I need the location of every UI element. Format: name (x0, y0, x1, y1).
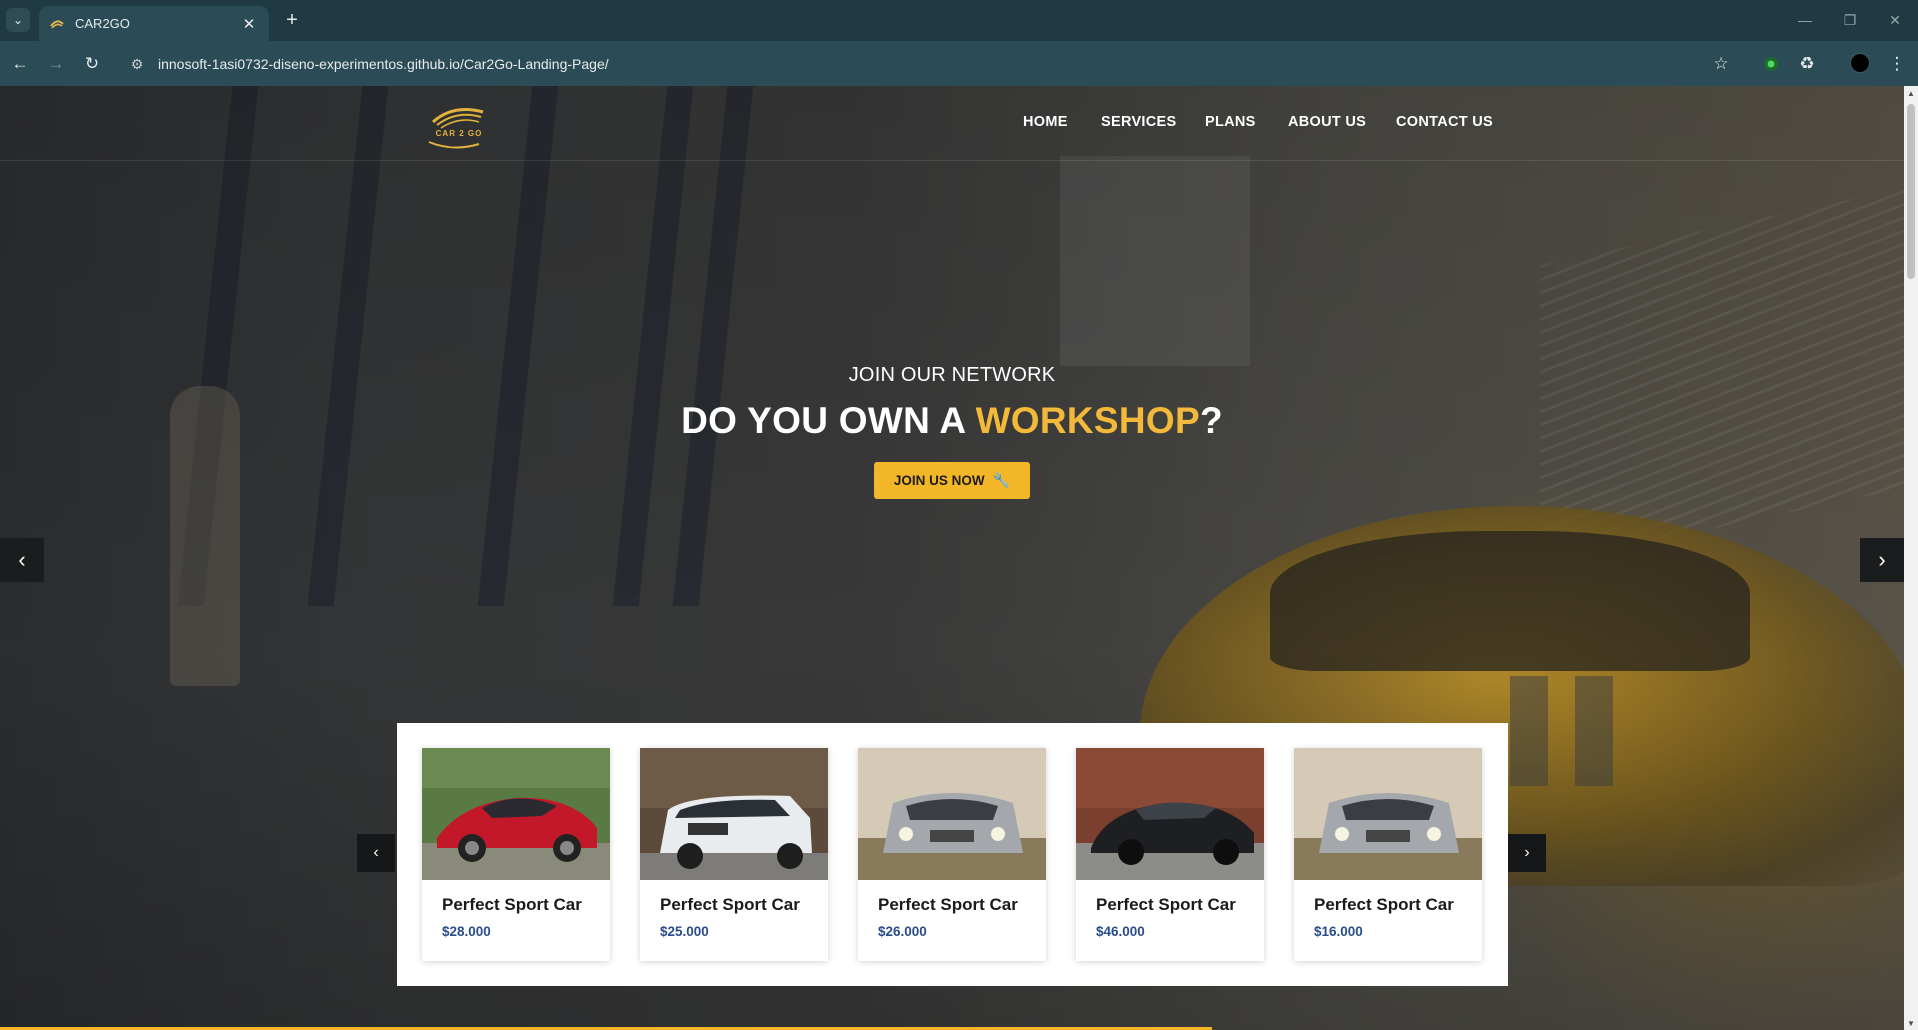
scroll-up-arrow-icon[interactable]: ▲ (1906, 88, 1916, 98)
car-name: Perfect Sport Car (1096, 895, 1236, 914)
close-window-icon[interactable]: ✕ (1875, 6, 1915, 34)
car-price: $26.000 (878, 924, 927, 939)
page-viewport: CAR 2 GO HOME SERVICES PLANS ABOUT US CO… (0, 86, 1918, 1030)
cta-label: JOIN US NOW (893, 473, 985, 488)
browser-toolbar: ← → ↻ ⚙ innosoft-1asi0732-diseno-experim… (0, 41, 1918, 86)
minimize-icon[interactable]: — (1785, 6, 1825, 34)
car-name: Perfect Sport Car (660, 895, 800, 914)
red-sports-car-image (422, 748, 610, 880)
svg-text:CAR 2 GO: CAR 2 GO (436, 129, 483, 138)
scroll-down-arrow-icon[interactable]: ▼ (1906, 1018, 1916, 1028)
car-card[interactable]: Perfect Sport Car $46.000 (1076, 748, 1264, 961)
restore-icon[interactable]: ❐ (1830, 6, 1870, 34)
extensions-puzzle-icon[interactable]: ♻ (1792, 49, 1822, 79)
silver-suv-image (858, 748, 1046, 880)
car-card[interactable]: Perfect Sport Car $16.000 (1294, 748, 1482, 961)
headline-accent: WORKSHOP (975, 400, 1200, 441)
nav-contact-link[interactable]: CONTACT US (1396, 114, 1493, 130)
car-price: $16.000 (1314, 924, 1363, 939)
nav-home-link[interactable]: HOME (1023, 114, 1068, 130)
tab-title: CAR2GO (75, 16, 130, 31)
back-icon[interactable]: ← (5, 49, 35, 79)
url-host: innosoft-1asi0732-diseno-experimentos.gi… (158, 56, 460, 72)
hero-kicker: JOIN OUR NETWORK (848, 364, 1056, 386)
car-name: Perfect Sport Car (1314, 895, 1454, 914)
cars-carousel: Perfect Sport Car $28.000 Perfect Sport … (397, 723, 1508, 986)
site-favicon-icon (50, 19, 64, 28)
cars-next-arrow-icon[interactable]: › (1508, 834, 1546, 872)
car-price: $28.000 (442, 924, 491, 939)
bookmark-star-icon[interactable]: ☆ (1706, 49, 1736, 79)
nav-services-link[interactable]: SERVICES (1101, 114, 1176, 130)
nav-about-link[interactable]: ABOUT US (1288, 114, 1366, 130)
white-suv-image (640, 748, 828, 880)
wrench-icon: 🔧 (992, 472, 1011, 488)
join-us-now-button[interactable]: JOIN US NOW 🔧 (873, 462, 1031, 499)
hero-content: JOIN OUR NETWORK DO YOU OWN A WORKSHOP? … (0, 364, 1904, 499)
headline-pre: DO YOU OWN A (681, 400, 976, 441)
scrollbar-thumb[interactable] (1907, 104, 1915, 279)
page-scrollbar[interactable]: ▲ ▼ (1904, 86, 1918, 1030)
site-info-icon[interactable]: ⚙ (122, 49, 152, 79)
hero-next-arrow-icon[interactable]: › (1860, 538, 1904, 582)
car-price: $25.000 (660, 924, 709, 939)
car-name: Perfect Sport Car (878, 895, 1018, 914)
browser-tab-strip: ⌄ CAR2GO ✕ + — ❐ ✕ (0, 0, 1918, 41)
car-card[interactable]: Perfect Sport Car $25.000 (640, 748, 828, 961)
hero-section: CAR 2 GO HOME SERVICES PLANS ABOUT US CO… (0, 86, 1918, 1030)
car-name: Perfect Sport Car (442, 895, 582, 914)
black-sedan-image (1076, 748, 1264, 880)
car2go-logo[interactable]: CAR 2 GO (423, 100, 495, 152)
forward-icon[interactable]: → (41, 49, 71, 79)
close-tab-icon[interactable]: ✕ (239, 14, 259, 34)
address-bar[interactable]: ⚙ innosoft-1asi0732-diseno-experimentos.… (122, 46, 1772, 82)
extension-shield-icon[interactable] (1756, 49, 1786, 79)
url-text: innosoft-1asi0732-diseno-experimentos.gi… (158, 56, 609, 72)
new-tab-icon[interactable]: + (280, 8, 304, 32)
nav-plans-link[interactable]: PLANS (1205, 114, 1256, 130)
car-price: $46.000 (1096, 924, 1145, 939)
cars-prev-arrow-icon[interactable]: ‹ (357, 834, 395, 872)
url-path: /Car2Go-Landing-Page/ (459, 56, 609, 72)
hero-prev-arrow-icon[interactable]: ‹ (0, 538, 44, 582)
browser-menu-icon[interactable]: ⋮ (1882, 49, 1912, 79)
hero-headline: DO YOU OWN A WORKSHOP? (0, 400, 1904, 442)
browser-tab[interactable]: CAR2GO ✕ (39, 6, 269, 41)
headline-post: ? (1199, 400, 1223, 441)
reload-icon[interactable]: ↻ (77, 49, 107, 79)
silver-suv-image (1294, 748, 1482, 880)
profile-avatar[interactable] (1850, 53, 1870, 73)
car-card[interactable]: Perfect Sport Car $26.000 (858, 748, 1046, 961)
car-card[interactable]: Perfect Sport Car $28.000 (422, 748, 610, 961)
tab-search-icon[interactable]: ⌄ (6, 8, 30, 32)
site-header: CAR 2 GO HOME SERVICES PLANS ABOUT US CO… (0, 86, 1904, 161)
